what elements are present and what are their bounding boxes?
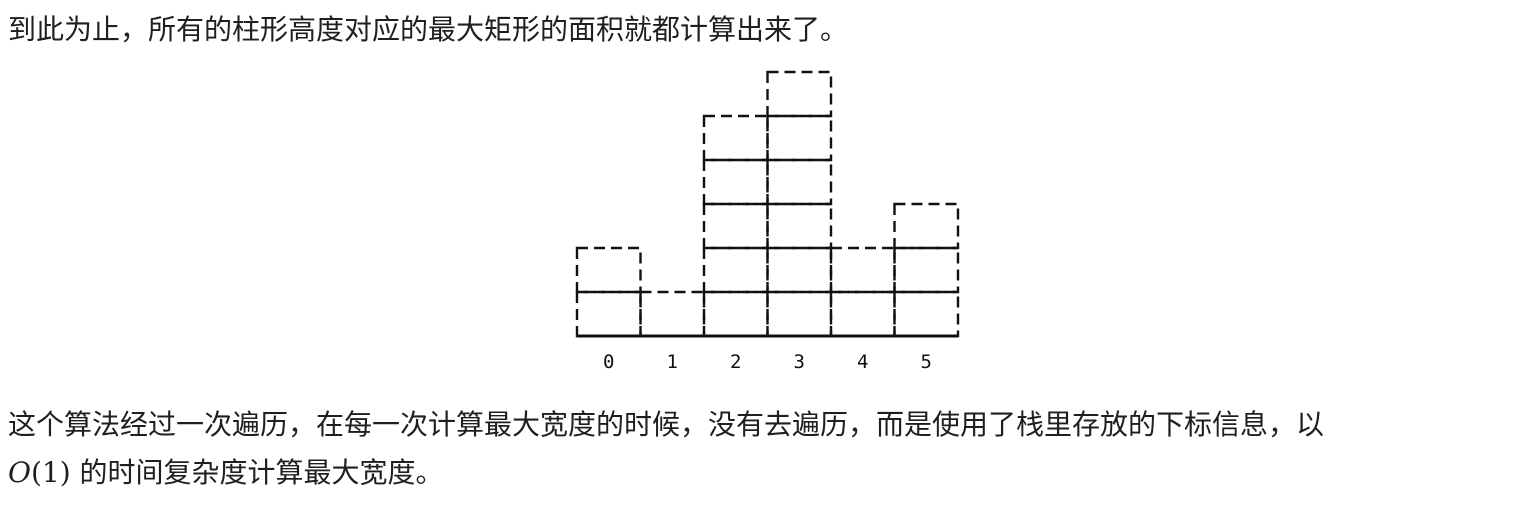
- x-tick-label: 0: [603, 351, 614, 373]
- complexity-paragraph-text: 的时间复杂度计算最大宽度。: [70, 456, 444, 489]
- bar-cell: [766, 246, 833, 294]
- bar-cell: [639, 290, 706, 338]
- bar-cell: [766, 70, 833, 118]
- bar-cell: [702, 202, 769, 250]
- bar-cell: [702, 114, 769, 162]
- bar-cell: [829, 290, 896, 338]
- bar-cell: [575, 246, 642, 294]
- bar-1: [639, 290, 706, 338]
- bar-3: [766, 70, 833, 338]
- bar-2: [702, 114, 769, 338]
- complexity-formula: O(1): [8, 456, 71, 489]
- big-o-argument: (1): [30, 456, 71, 489]
- x-tick-label: 4: [857, 351, 868, 373]
- x-tick-label: 3: [794, 351, 805, 373]
- bar-cell: [893, 290, 960, 338]
- bar-cell: [702, 246, 769, 294]
- bar-cell: [766, 114, 833, 162]
- algorithm-paragraph: 这个算法经过一次遍历，在每一次计算最大宽度的时候，没有去遍历，而是使用了栈里存放…: [8, 408, 1325, 441]
- bar-cell: [766, 202, 833, 250]
- bar-cell: [829, 246, 896, 294]
- bar-0: [575, 246, 642, 338]
- bar-cell: [893, 246, 960, 294]
- bar-cell: [702, 158, 769, 206]
- x-tick-label: 5: [921, 351, 932, 373]
- bar-5: [893, 202, 960, 338]
- histogram-svg: 0 1 2 3 4 5: [575, 70, 960, 373]
- bar-4: [829, 246, 896, 338]
- x-tick-label: 1: [667, 351, 678, 373]
- big-o-symbol: O: [8, 456, 31, 489]
- x-tick-label: 2: [730, 351, 741, 373]
- bar-cell: [702, 290, 769, 338]
- bar-cell: [766, 158, 833, 206]
- histogram-figure: 0 1 2 3 4 5: [560, 62, 980, 382]
- bar-cell: [766, 290, 833, 338]
- intro-paragraph: 到此为止，所有的柱形高度对应的最大矩形的面积就都计算出来了。: [8, 13, 849, 46]
- bar-cell: [575, 290, 642, 338]
- bar-cell: [893, 202, 960, 250]
- complexity-paragraph: O(1) 的时间复杂度计算最大宽度。: [8, 451, 444, 495]
